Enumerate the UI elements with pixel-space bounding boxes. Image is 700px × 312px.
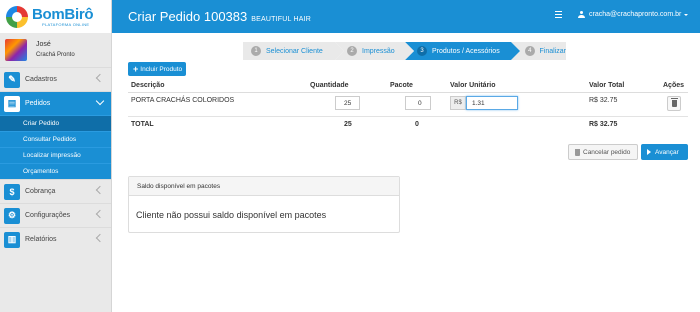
user-panel: José Crachá Pronto <box>0 35 111 65</box>
gears-icon: ⚙ <box>4 207 20 224</box>
pencil-icon: ✎ <box>4 71 20 88</box>
sidebar-item-relatorios[interactable]: ▥ Relatórios <box>0 227 111 251</box>
chevron-down-icon <box>95 96 105 106</box>
total-label: TOTAL <box>131 121 154 128</box>
page-title: Criar Pedido 100383 BEAUTIFUL HAIR <box>128 9 311 24</box>
sidebar-item-label: Pedidos <box>25 100 51 107</box>
sidebar-item-label: Relatórios <box>25 236 57 243</box>
list-icon[interactable] <box>555 11 562 18</box>
logo-icon <box>6 5 28 28</box>
document-icon: ▤ <box>4 95 20 112</box>
user-icon <box>578 11 585 18</box>
pedidos-submenu: Criar Pedido Consultar Pedidos Localizar… <box>0 115 111 179</box>
unit-value-input[interactable]: 1.31 <box>466 96 518 110</box>
currency-addon: R$ <box>450 96 466 110</box>
wizard-step-impressao[interactable]: 2 Impressão <box>335 42 414 60</box>
balance-panel: Saldo disponível em pacotes Cliente não … <box>128 176 400 233</box>
total-package: 0 <box>415 121 419 128</box>
column-header-unit-value: Valor Unitário <box>450 82 496 89</box>
column-header-quantity: Quantidade <box>310 82 349 89</box>
submenu-item-localizar-impressao[interactable]: Localizar impressão <box>0 147 111 163</box>
package-input[interactable]: 0 <box>405 96 431 110</box>
sidebar-item-configuracoes[interactable]: ⚙ Configurações <box>0 203 111 227</box>
step-number: 1 <box>251 46 261 56</box>
user-menu[interactable]: cracha@crachapronto.com.br <box>578 11 689 18</box>
step-number: 2 <box>347 46 357 56</box>
dollar-icon: $ <box>4 183 20 200</box>
user-email: cracha@crachapronto.com.br <box>589 11 682 18</box>
chevron-right-icon <box>647 149 651 155</box>
quantity-input[interactable]: 25 <box>335 96 360 110</box>
products-table: Descrição Quantidade Pacote Valor Unitár… <box>128 80 688 131</box>
chevron-left-icon <box>95 233 105 243</box>
submenu-item-orcamentos[interactable]: Orçamentos <box>0 163 111 179</box>
total-quantity: 25 <box>344 121 352 128</box>
page-title-text: Criar Pedido 100383 <box>128 9 248 24</box>
total-value: R$ 32.75 <box>589 121 618 128</box>
column-header-total-value: Valor Total <box>589 82 625 89</box>
sidebar-item-cobranca[interactable]: $ Cobrança <box>0 179 111 203</box>
sidebar: BomBirô PLATAFORMA ONLINE José Crachá Pr… <box>0 0 112 312</box>
cancel-order-button[interactable]: Cancelar pedido <box>568 144 638 160</box>
sidebar-item-label: Configurações <box>25 212 71 219</box>
sidebar-item-label: Cobrança <box>25 188 56 195</box>
product-description: PORTA CRACHÁS COLORIDOS <box>131 97 235 104</box>
next-label: Avançar <box>655 148 679 156</box>
chevron-left-icon <box>95 209 105 219</box>
balance-panel-title: Saldo disponível em pacotes <box>129 177 399 196</box>
brand-name: BomBirô <box>32 5 94 23</box>
brand-subtitle: PLATAFORMA ONLINE <box>42 21 90 27</box>
sidebar-item-pedidos[interactable]: ▤ Pedidos <box>0 91 111 115</box>
chevron-left-icon <box>95 73 105 83</box>
step-label: Impressão <box>362 47 395 55</box>
column-header-package: Pacote <box>390 82 413 89</box>
table-total-row: TOTAL 25 0 R$ 32.75 <box>128 117 688 131</box>
step-number: 3 <box>417 46 427 56</box>
wizard-step-selecionar-cliente[interactable]: 1 Selecionar Cliente <box>243 42 344 60</box>
cancel-order-label: Cancelar pedido <box>583 148 631 156</box>
chevron-left-icon <box>95 185 105 195</box>
top-bar: Criar Pedido 100383 BEAUTIFUL HAIR cracha… <box>112 0 700 33</box>
step-number: 4 <box>525 46 535 56</box>
user-company: Crachá Pronto <box>36 52 75 58</box>
submenu-item-criar-pedido[interactable]: Criar Pedido <box>0 115 111 131</box>
column-header-description: Descrição <box>131 82 165 89</box>
avatar <box>5 39 27 61</box>
add-product-label: Incluir Produto <box>140 65 183 73</box>
column-header-actions: Ações <box>663 82 685 89</box>
wizard-step-produtos[interactable]: 3 Produtos / Acessórios <box>405 42 520 60</box>
step-label: Finalizar <box>539 47 566 55</box>
trash-icon <box>670 98 678 107</box>
sidebar-menu: ✎ Cadastros ▤ Pedidos Criar Pedido Consu… <box>0 67 111 251</box>
add-product-button[interactable]: + Incluir Produto <box>128 62 186 76</box>
balance-panel-message: Cliente não possui saldo disponível em p… <box>136 210 327 220</box>
trash-icon <box>575 148 580 156</box>
brand-logo[interactable]: BomBirô PLATAFORMA ONLINE <box>0 0 111 33</box>
row-total-value: R$ 32.75 <box>589 97 618 104</box>
submenu-item-consultar-pedidos[interactable]: Consultar Pedidos <box>0 131 111 147</box>
sidebar-item-label: Cadastros <box>25 76 57 83</box>
order-wizard: 1 Selecionar Cliente 2 Impressão 3 Produ… <box>243 42 566 60</box>
plus-icon: + <box>133 63 139 74</box>
table-row: PORTA CRACHÁS COLORIDOS 25 0 R$ 1.31 R$ … <box>128 93 688 117</box>
step-label: Produtos / Acessórios <box>432 47 500 55</box>
user-name: José <box>36 41 51 48</box>
next-button[interactable]: Avançar <box>641 144 688 160</box>
caret-down-icon <box>684 13 689 16</box>
sidebar-item-cadastros[interactable]: ✎ Cadastros <box>0 67 111 91</box>
page-subtitle: BEAUTIFUL HAIR <box>251 16 311 23</box>
bar-chart-icon: ▥ <box>4 231 20 248</box>
delete-row-button[interactable] <box>667 96 681 111</box>
step-label: Selecionar Cliente <box>266 47 323 55</box>
table-header: Descrição Quantidade Pacote Valor Unitár… <box>128 80 688 93</box>
